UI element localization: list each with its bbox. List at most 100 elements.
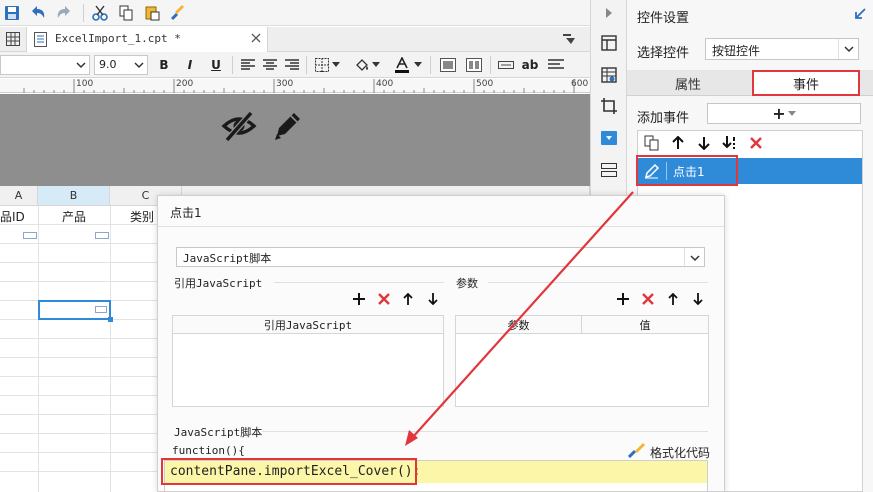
crop-icon[interactable]: [599, 96, 619, 116]
paste-icon[interactable]: [142, 3, 162, 23]
font-family-select[interactable]: [0, 55, 90, 75]
move-up-param-icon[interactable]: [665, 291, 681, 307]
collapse-arrow-icon[interactable]: [599, 3, 619, 23]
ref-js-table[interactable]: 引用JavaScript: [172, 315, 444, 407]
ruler-tick-label: 200: [176, 79, 194, 89]
tab-events[interactable]: 事件: [752, 70, 860, 96]
border-icon[interactable]: [312, 55, 332, 75]
delete-ref-icon[interactable]: [376, 291, 392, 307]
ruler-tick-label: 600: [571, 79, 589, 89]
align-center-icon[interactable]: [260, 55, 280, 75]
format-code-button[interactable]: 格式化代码: [650, 444, 710, 461]
data-table-icon[interactable]: [599, 65, 619, 85]
arrow-up-icon[interactable]: [670, 135, 686, 151]
text-tool-button[interactable]: ab: [520, 55, 540, 75]
divider: [488, 282, 708, 283]
cell-a1[interactable]: 品ID: [0, 208, 25, 225]
column-header-a[interactable]: A: [0, 186, 38, 206]
format-brush-icon[interactable]: [628, 442, 646, 458]
cell-widget-marker: [95, 306, 107, 313]
params-table[interactable]: 参数 值: [455, 315, 709, 407]
fill-handle[interactable]: [108, 317, 113, 322]
fill-color-icon[interactable]: [352, 55, 372, 75]
add-ref-icon[interactable]: [351, 291, 367, 307]
split-cells-icon[interactable]: [464, 55, 484, 75]
panel-tabs: 属性 事件: [627, 70, 873, 96]
toolbar-divider: [430, 56, 431, 74]
chevron-down-icon[interactable]: [412, 55, 424, 75]
redo-icon[interactable]: [54, 3, 74, 23]
event-highlight-box: [636, 155, 738, 186]
text-lines-icon[interactable]: [546, 55, 566, 75]
copy-icon[interactable]: [644, 135, 660, 151]
widget-select[interactable]: 按钮控件: [705, 38, 859, 60]
save-icon[interactable]: [2, 3, 22, 23]
chevron-down-icon: [684, 248, 704, 268]
grid-line: [38, 206, 39, 492]
cell-b1[interactable]: 产品: [62, 208, 86, 225]
cell-widget-marker: [23, 232, 37, 239]
file-tab-bar: ExcelImport_1.cpt *: [0, 27, 590, 52]
toolbar-divider: [83, 4, 84, 22]
tab-excelimport[interactable]: ExcelImport_1.cpt *: [26, 27, 268, 52]
cut-icon[interactable]: [90, 3, 110, 23]
ruler-tick-label: 300: [276, 79, 294, 89]
arrow-down-icon[interactable]: [696, 135, 712, 151]
event-item-click1[interactable]: 点击1: [636, 155, 862, 186]
divider: [158, 226, 724, 227]
function-header: function(){: [172, 444, 245, 457]
script-section-label: JavaScript脚本: [174, 426, 263, 439]
delete-param-icon[interactable]: [640, 291, 656, 307]
add-event-label: 添加事件: [637, 111, 690, 126]
column-header-b[interactable]: B: [38, 186, 110, 206]
ref-js-column-header: 引用JavaScript: [173, 316, 443, 334]
chevron-down-icon[interactable]: [330, 55, 342, 75]
cell-c1[interactable]: 类别: [130, 208, 154, 225]
add-param-icon[interactable]: [615, 291, 631, 307]
close-icon[interactable]: [250, 32, 262, 44]
pin-icon[interactable]: [854, 8, 866, 20]
align-right-icon[interactable]: [282, 55, 302, 75]
widget-select-value: 按钮控件: [712, 44, 761, 58]
main-toolbar: [0, 0, 590, 26]
move-up-ref-icon[interactable]: [400, 291, 416, 307]
insert-element-icon[interactable]: [496, 55, 516, 75]
layout-icon[interactable]: [599, 33, 619, 53]
script-type-select[interactable]: JavaScript脚本: [176, 247, 705, 268]
copy-icon[interactable]: [116, 3, 136, 23]
delete-icon[interactable]: [748, 135, 764, 151]
widget-settings-icon[interactable]: [599, 128, 619, 148]
undo-icon[interactable]: [28, 3, 48, 23]
report-file-icon: [34, 32, 47, 47]
grid-icon[interactable]: [3, 29, 23, 49]
move-down-ref-icon[interactable]: [425, 291, 441, 307]
code-highlight-box: [161, 458, 417, 485]
eye-off-icon[interactable]: [221, 110, 257, 142]
ruler-tick-label: 500: [476, 79, 494, 89]
dock-icon[interactable]: [562, 33, 576, 45]
italic-button[interactable]: I: [180, 55, 200, 75]
font-color-icon[interactable]: [392, 55, 412, 75]
cell-widget-marker: [95, 232, 109, 239]
merge-cells-icon[interactable]: [438, 55, 458, 75]
underline-button[interactable]: U: [206, 55, 226, 75]
bold-button[interactable]: B: [154, 55, 174, 75]
selected-cell[interactable]: [38, 300, 113, 322]
toolbar-divider: [490, 56, 491, 74]
font-size-select[interactable]: 9.0: [94, 55, 148, 75]
chevron-down-icon: [838, 39, 858, 59]
ref-js-label: 引用JavaScript: [174, 277, 263, 290]
format-painter-icon[interactable]: [168, 3, 188, 23]
chevron-down-icon: [76, 61, 86, 69]
move-down-param-icon[interactable]: [690, 291, 706, 307]
ruler-tick-label: 100: [76, 79, 94, 89]
chevron-down-icon[interactable]: [370, 55, 382, 75]
element-list-icon[interactable]: [599, 160, 619, 180]
edit-pencil-icon[interactable]: [272, 108, 304, 142]
tab-attributes[interactable]: 属性: [627, 70, 749, 96]
event-editor-dialog: 点击1 JavaScript脚本 引用JavaScript 参数 引用JavaS…: [157, 195, 725, 492]
move-bottom-icon[interactable]: [722, 135, 738, 151]
add-event-button[interactable]: +: [707, 103, 861, 124]
align-left-icon[interactable]: [238, 55, 258, 75]
param-column-header: 参数: [456, 316, 582, 334]
